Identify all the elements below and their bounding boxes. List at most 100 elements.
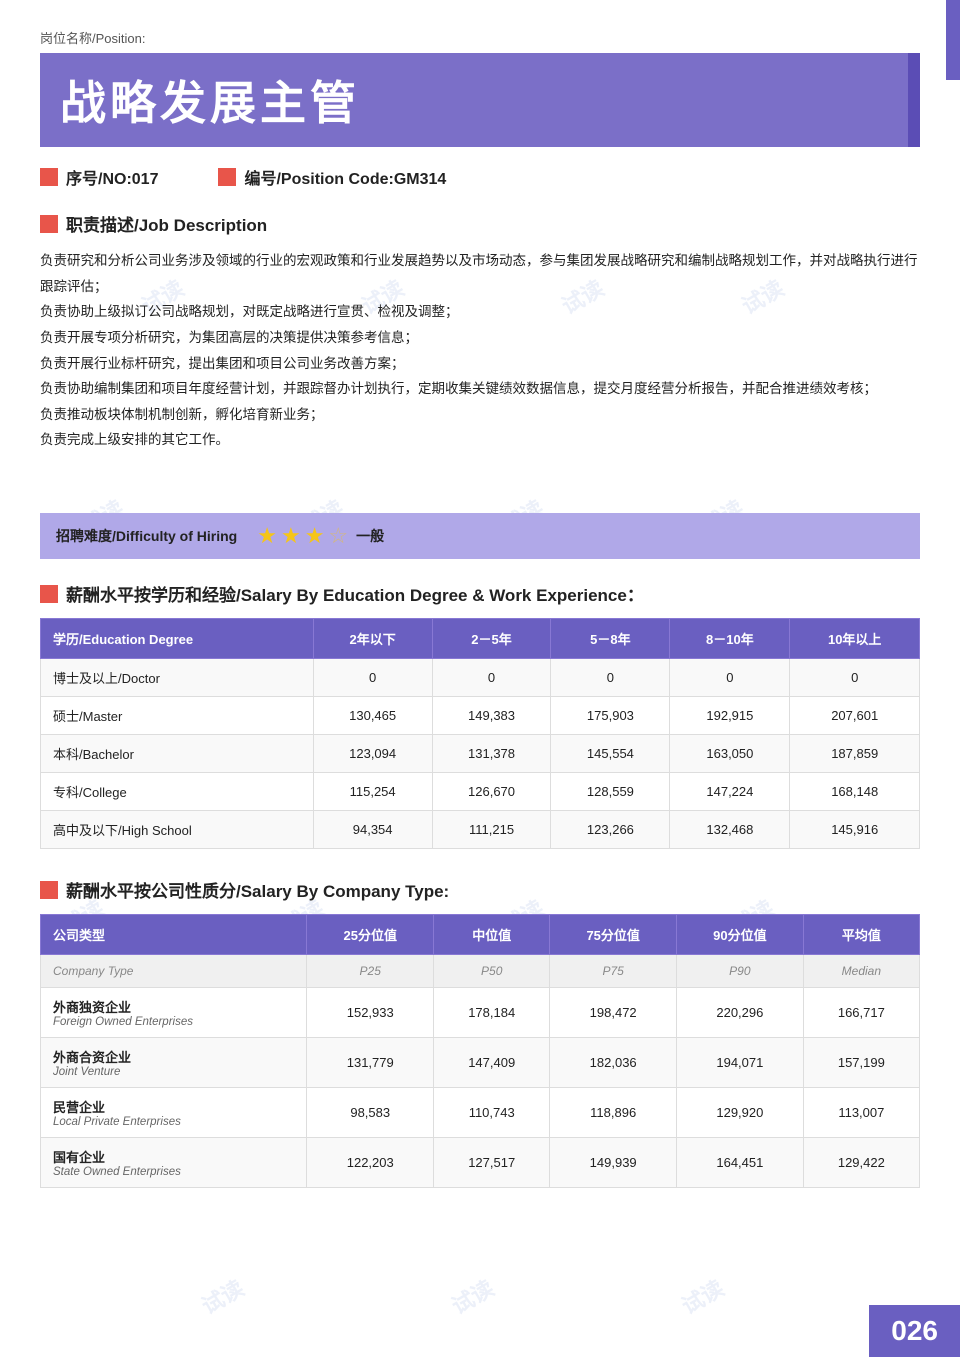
value-cell: 132,468 xyxy=(670,811,790,849)
value-cell: 164,451 xyxy=(677,1138,804,1188)
salary-company-section: 薪酬水平按公司性质分/Salary By Company Type: 公司类型 … xyxy=(40,877,920,1188)
value-cell: 127,517 xyxy=(434,1138,550,1188)
subheader-value-cell: Median xyxy=(803,955,919,988)
company-name-cell: 民营企业Local Private Enterprises xyxy=(41,1088,307,1138)
position-code-item: 编号/Position Code:GM314 xyxy=(218,165,446,189)
difficulty-text: 一般 xyxy=(356,526,384,546)
edu-cell: 高中及以下/High School xyxy=(41,811,314,849)
position-title-box: 战略发展主管 xyxy=(40,53,920,147)
value-cell: 129,920 xyxy=(677,1088,804,1138)
value-cell: 123,266 xyxy=(551,811,670,849)
job-desc-line-1: 负责研究和分析公司业务涉及领域的行业的宏观政策和行业发展趋势以及市场动态，参与集… xyxy=(40,248,920,299)
subheader-type-cell: Company Type xyxy=(41,955,307,988)
stars-row: ★ ★ ★ ☆ 一般 xyxy=(257,523,384,549)
star-1: ★ xyxy=(257,523,277,549)
star-4: ☆ xyxy=(328,523,348,549)
value-cell: 0 xyxy=(551,659,670,697)
position-title: 战略发展主管 xyxy=(60,67,900,133)
value-cell: 182,036 xyxy=(550,1038,677,1088)
salary-edu-header: 薪酬水平按学历和经验/Salary By Education Degree & … xyxy=(40,581,920,606)
value-cell: 175,903 xyxy=(551,697,670,735)
value-cell: 94,354 xyxy=(313,811,432,849)
value-cell: 192,915 xyxy=(670,697,790,735)
table-row: 专科/College115,254126,670128,559147,22416… xyxy=(41,773,920,811)
value-cell: 157,199 xyxy=(803,1038,919,1088)
value-cell: 110,743 xyxy=(434,1088,550,1138)
table-row: Company TypeP25P50P75P90Median xyxy=(41,955,920,988)
value-cell: 149,939 xyxy=(550,1138,677,1188)
edu-cell: 博士及以上/Doctor xyxy=(41,659,314,697)
exp-col-4: 8－10年 xyxy=(670,619,790,659)
code-square xyxy=(218,168,236,186)
value-cell: 118,896 xyxy=(550,1088,677,1138)
value-cell: 187,859 xyxy=(790,735,920,773)
value-cell: 123,094 xyxy=(313,735,432,773)
value-cell: 147,224 xyxy=(670,773,790,811)
mean-col: 平均值 xyxy=(803,915,919,955)
value-cell: 168,148 xyxy=(790,773,920,811)
value-cell: 178,184 xyxy=(434,988,550,1038)
page-number: 026 xyxy=(869,1305,960,1357)
value-cell: 152,933 xyxy=(307,988,434,1038)
value-cell: 0 xyxy=(432,659,551,697)
value-cell: 147,409 xyxy=(434,1038,550,1088)
table-row: 硕士/Master130,465149,383175,903192,915207… xyxy=(41,697,920,735)
job-desc-header: 职责描述/Job Description xyxy=(40,211,920,236)
salary-edu-section: 薪酬水平按学历和经验/Salary By Education Degree & … xyxy=(40,581,920,849)
p90-col: 90分位值 xyxy=(677,915,804,955)
job-desc-line-7: 负责完成上级安排的其它工作。 xyxy=(40,427,920,453)
job-desc-square xyxy=(40,215,58,233)
edu-col-header: 学历/Education Degree xyxy=(41,619,314,659)
table-row: 民营企业Local Private Enterprises98,583110,7… xyxy=(41,1088,920,1138)
value-cell: 122,203 xyxy=(307,1138,434,1188)
company-name-cell: 外商独资企业Foreign Owned Enterprises xyxy=(41,988,307,1038)
value-cell: 163,050 xyxy=(670,735,790,773)
job-desc-line-5: 负责协助编制集团和项目年度经营计划，并跟踪督办计划执行，定期收集关键绩效数据信息… xyxy=(40,376,920,402)
p75-col: 75分位值 xyxy=(550,915,677,955)
title-accent-bar xyxy=(908,53,920,147)
position-code: 编号/Position Code:GM314 xyxy=(244,165,446,189)
table-row: 国有企业State Owned Enterprises122,203127,51… xyxy=(41,1138,920,1188)
salary-company-header-row: 公司类型 25分位值 中位值 75分位值 90分位值 平均值 xyxy=(41,915,920,955)
table-row: 博士及以上/Doctor00000 xyxy=(41,659,920,697)
exp-col-3: 5－8年 xyxy=(551,619,670,659)
value-cell: 126,670 xyxy=(432,773,551,811)
subheader-value-cell: P50 xyxy=(434,955,550,988)
codes-row: 序号/NO:017 编号/Position Code:GM314 xyxy=(40,165,920,189)
value-cell: 149,383 xyxy=(432,697,551,735)
p50-col: 中位值 xyxy=(434,915,550,955)
value-cell: 207,601 xyxy=(790,697,920,735)
value-cell: 145,554 xyxy=(551,735,670,773)
value-cell: 128,559 xyxy=(551,773,670,811)
subheader-value-cell: P90 xyxy=(677,955,804,988)
value-cell: 220,296 xyxy=(677,988,804,1038)
value-cell: 130,465 xyxy=(313,697,432,735)
company-col-header: 公司类型 xyxy=(41,915,307,955)
star-3: ★ xyxy=(305,523,325,549)
no-square xyxy=(40,168,58,186)
subheader-value-cell: P25 xyxy=(307,955,434,988)
table-row: 高中及以下/High School94,354111,215123,266132… xyxy=(41,811,920,849)
sequence-number: 序号/NO:017 xyxy=(66,165,158,189)
company-name-cell: 外商合资企业Joint Venture xyxy=(41,1038,307,1088)
table-row: 外商独资企业Foreign Owned Enterprises152,93317… xyxy=(41,988,920,1038)
table-row: 本科/Bachelor123,094131,378145,554163,0501… xyxy=(41,735,920,773)
p25-col: 25分位值 xyxy=(307,915,434,955)
job-desc-title: 职责描述/Job Description xyxy=(66,211,267,236)
value-cell: 111,215 xyxy=(432,811,551,849)
value-cell: 113,007 xyxy=(803,1088,919,1138)
salary-edu-square xyxy=(40,585,58,603)
exp-col-1: 2年以下 xyxy=(313,619,432,659)
value-cell: 198,472 xyxy=(550,988,677,1038)
value-cell: 166,717 xyxy=(803,988,919,1038)
salary-company-table: 公司类型 25分位值 中位值 75分位值 90分位值 平均值 Company T… xyxy=(40,914,920,1188)
exp-col-5: 10年以上 xyxy=(790,619,920,659)
value-cell: 129,422 xyxy=(803,1138,919,1188)
job-desc-line-4: 负责开展行业标杆研究，提出集团和项目公司业务改善方案； xyxy=(40,351,920,377)
salary-company-title: 薪酬水平按公司性质分/Salary By Company Type: xyxy=(66,877,449,902)
table-row: 外商合资企业Joint Venture131,779147,409182,036… xyxy=(41,1038,920,1088)
subheader-value-cell: P75 xyxy=(550,955,677,988)
value-cell: 98,583 xyxy=(307,1088,434,1138)
value-cell: 194,071 xyxy=(677,1038,804,1088)
value-cell: 0 xyxy=(790,659,920,697)
